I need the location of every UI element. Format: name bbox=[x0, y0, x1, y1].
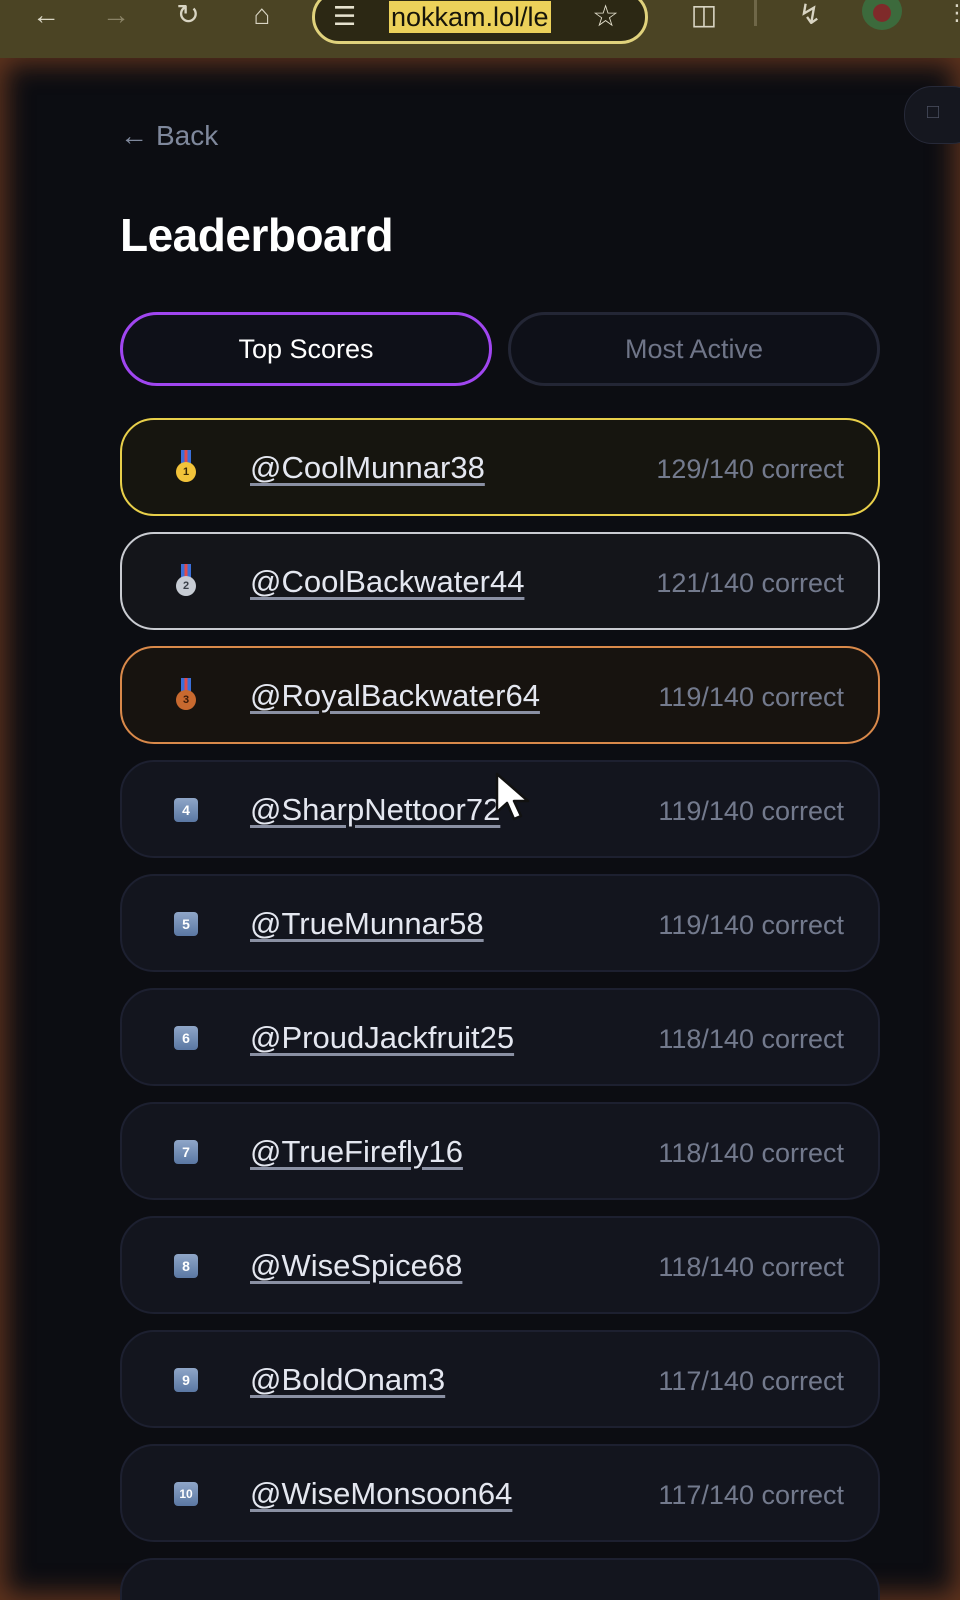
rank-badge-icon: 7 bbox=[174, 1140, 198, 1164]
leaderboard-row: 3 @RoyalBackwater64 119/140 correct bbox=[120, 646, 880, 744]
tune-icon[interactable]: ☰ bbox=[333, 1, 356, 32]
corner-button[interactable]: □ bbox=[904, 86, 960, 144]
tab-top-scores[interactable]: Top Scores bbox=[120, 312, 492, 386]
address-bar[interactable]: ☰ nokkam.lol/le ☆ bbox=[312, 0, 648, 44]
leaderboard-row: 8 @WiseSpice68 118/140 correct bbox=[120, 1216, 880, 1314]
leaderboard-row: 10 @WiseMonsoon64 117/140 correct bbox=[120, 1444, 880, 1542]
rank-badge-icon: 9 bbox=[174, 1368, 198, 1392]
score-text: 118/140 correct bbox=[658, 1024, 844, 1054]
user-handle-link[interactable]: @BoldOnam3 bbox=[250, 1360, 445, 1400]
page-title: Leaderboard bbox=[120, 209, 394, 261]
bronze-medal-icon: 3 bbox=[174, 678, 198, 714]
user-handle-link[interactable]: @WiseSpice68 bbox=[250, 1246, 462, 1286]
user-handle-link[interactable]: @WiseMonsoon64 bbox=[250, 1474, 512, 1514]
silver-medal-icon: 2 bbox=[174, 564, 198, 600]
rank-badge-icon: 8 bbox=[174, 1254, 198, 1278]
rank-badge-icon: 4 bbox=[174, 798, 198, 822]
more-vertical-icon[interactable]: ⋮ bbox=[946, 0, 960, 26]
user-handle-link[interactable]: @RoyalBackwater64 bbox=[250, 676, 540, 716]
leaderboard-row: 6 @ProudJackfruit25 118/140 correct bbox=[120, 988, 880, 1086]
puzzle-icon[interactable]: ◫ bbox=[684, 0, 724, 30]
rank-badge-icon: 5 bbox=[174, 912, 198, 936]
leaderboard-row bbox=[120, 1558, 880, 1600]
user-handle-link[interactable]: @TrueFirefly16 bbox=[250, 1132, 463, 1172]
score-text: 121/140 correct bbox=[656, 568, 844, 598]
score-text: 119/140 correct bbox=[658, 910, 844, 940]
reload-icon[interactable]: ↻ bbox=[168, 0, 208, 30]
leaderboard-list: 1 @CoolMunnar38 129/140 correct 2 @CoolB… bbox=[120, 418, 880, 1600]
score-text: 117/140 correct bbox=[658, 1366, 844, 1396]
tab-most-active[interactable]: Most Active bbox=[508, 312, 880, 386]
score-text: 119/140 correct bbox=[658, 682, 844, 712]
leaderboard-row: 5 @TrueMunnar58 119/140 correct bbox=[120, 874, 880, 972]
forward-arrow-icon[interactable]: → bbox=[96, 0, 136, 30]
leaderboard-row: 1 @CoolMunnar38 129/140 correct bbox=[120, 418, 880, 516]
arrow-left-icon: ← bbox=[120, 120, 148, 151]
score-text: 129/140 correct bbox=[656, 454, 844, 484]
leaderboard-row: 9 @BoldOnam3 117/140 correct bbox=[120, 1330, 880, 1428]
score-text: 118/140 correct bbox=[658, 1138, 844, 1168]
rank-badge-icon: 6 bbox=[174, 1026, 198, 1050]
page-viewport: □ ← Back Leaderboard Top Scores Most Act… bbox=[0, 58, 960, 1600]
avatar[interactable] bbox=[862, 0, 902, 30]
lock-icon: □ bbox=[927, 101, 940, 123]
user-handle-link[interactable]: @SharpNettoor72 bbox=[250, 790, 500, 830]
gold-medal-icon: 1 bbox=[174, 450, 198, 486]
user-handle-link[interactable]: @CoolBackwater44 bbox=[250, 562, 524, 602]
score-text: 118/140 correct bbox=[658, 1252, 844, 1282]
leaderboard-row: 7 @TrueFirefly16 118/140 correct bbox=[120, 1102, 880, 1200]
back-label: Back bbox=[156, 120, 219, 151]
mouse-cursor-icon bbox=[495, 772, 530, 821]
lightning-icon[interactable]: ↯ bbox=[790, 0, 830, 30]
toolbar-divider bbox=[754, 0, 757, 26]
url-text[interactable]: nokkam.lol/le bbox=[389, 1, 551, 33]
browser-toolbar: ← → ↻ ⌂ ☰ nokkam.lol/le ☆ ◫ ↯ ⋮ bbox=[0, 0, 960, 58]
user-handle-link[interactable]: @TrueMunnar58 bbox=[250, 904, 484, 944]
back-arrow-icon[interactable]: ← bbox=[26, 0, 66, 30]
star-icon[interactable]: ☆ bbox=[592, 0, 619, 34]
user-handle-link[interactable]: @ProudJackfruit25 bbox=[250, 1018, 514, 1058]
leaderboard-row: 2 @CoolBackwater44 121/140 correct bbox=[120, 532, 880, 630]
user-handle-link[interactable]: @CoolMunnar38 bbox=[250, 448, 485, 488]
home-icon[interactable]: ⌂ bbox=[242, 0, 282, 30]
score-text: 117/140 correct bbox=[658, 1480, 844, 1510]
rank-badge-icon: 10 bbox=[174, 1482, 198, 1506]
back-link[interactable]: ← Back bbox=[120, 120, 218, 152]
score-text: 119/140 correct bbox=[658, 796, 844, 826]
